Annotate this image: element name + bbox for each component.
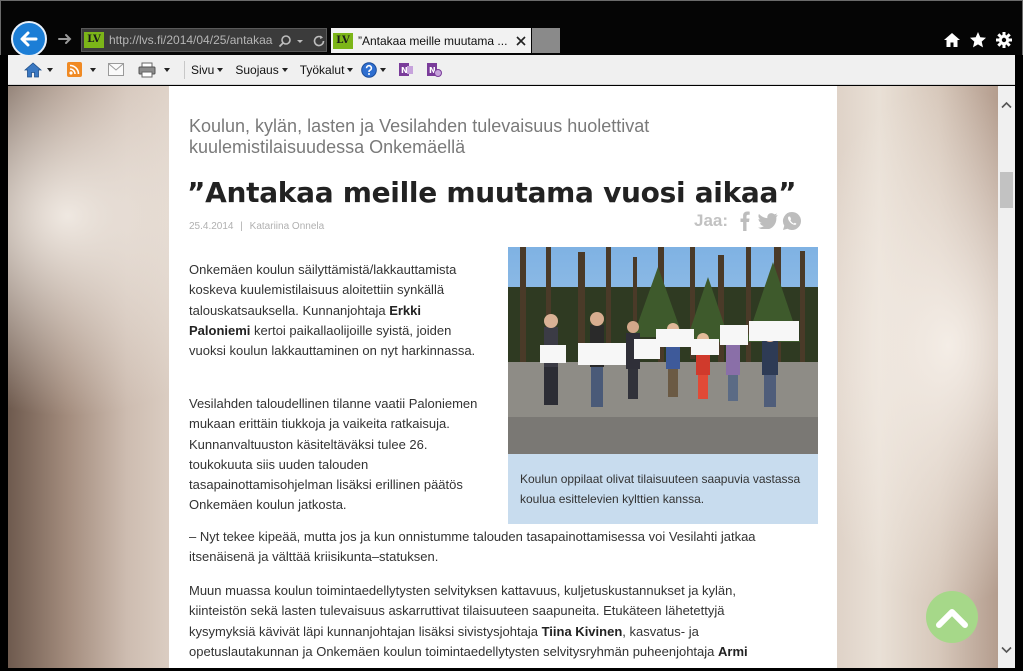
article-paragraph-4: Muun muassa koulun toimintaedellytysten … (189, 581, 789, 662)
twitter-icon[interactable] (758, 211, 778, 231)
share-bar: Jaa: (694, 211, 802, 231)
onenote-icon: N (399, 62, 414, 76)
back-arrow-icon (20, 31, 38, 47)
article-headline: ”Antakaa meille muutama vuosi aikaa” (187, 176, 797, 209)
safety-menu[interactable]: Suojaus (235, 62, 288, 77)
person-name: Armi (718, 643, 748, 659)
tab-title: ”Antakaa meille muutama ... (358, 33, 508, 48)
print-menu[interactable] (138, 62, 170, 78)
browser-title-bar: LV http://lvs.fi/2014/04/25/antakaa LV ”… (0, 0, 1023, 57)
safety-menu-label: Suojaus (235, 62, 279, 77)
favorites-star-icon[interactable] (968, 30, 988, 50)
share-label: Jaa: (694, 211, 729, 230)
article: Koulun, kylän, lasten ja Vesilahden tule… (169, 86, 837, 668)
dropdown-icon (281, 67, 288, 72)
article-kicker: Koulun, kylän, lasten ja Vesilahden tule… (189, 116, 650, 157)
feeds-menu[interactable] (67, 62, 96, 77)
onenote-linked-button[interactable]: N (426, 62, 443, 78)
article-author[interactable]: Katariina Onnela (250, 221, 325, 232)
dropdown-icon (217, 67, 224, 72)
close-icon[interactable] (514, 34, 528, 48)
mail-icon (108, 63, 124, 76)
vertical-scrollbar[interactable] (998, 86, 1015, 668)
chevron-up-icon (1001, 101, 1012, 108)
help-menu[interactable] (361, 61, 387, 78)
article-paragraph-1: Onkemäen koulun säilyttämistä/lakkauttam… (189, 260, 484, 361)
window-frame-right (1015, 55, 1023, 671)
scrollbar-thumb[interactable] (1000, 172, 1013, 208)
dropdown-icon (164, 67, 170, 72)
home-icon[interactable] (942, 30, 962, 50)
read-mail-button[interactable] (108, 63, 124, 76)
tools-menu[interactable]: Työkalut (300, 63, 354, 77)
dropdown-icon (380, 67, 387, 72)
help-icon (361, 61, 378, 78)
person-name: Tiina Kivinen (541, 623, 623, 639)
children-with-signs-image (508, 247, 818, 454)
svg-text:N: N (401, 66, 408, 75)
onenote-button[interactable]: N (398, 62, 414, 78)
new-tab-button[interactable] (532, 28, 560, 53)
home-icon (24, 61, 42, 77)
tools-menu-label: Työkalut (299, 62, 345, 77)
rss-feed-icon (67, 62, 82, 77)
whatsapp-icon[interactable] (782, 211, 802, 231)
forward-button[interactable] (55, 29, 75, 49)
toolbar-divider (184, 60, 185, 79)
settings-gear-icon[interactable] (994, 30, 1014, 50)
command-bar: Sivu Suojaus Työkalut N N (8, 55, 1015, 85)
scroll-to-top-button[interactable] (926, 591, 978, 643)
print-icon (138, 62, 156, 77)
article-meta: 25.4.2014 | Katariina Onnela (189, 221, 324, 232)
facebook-icon[interactable] (734, 211, 754, 231)
tab-active[interactable]: LV ”Antakaa meille muutama ... (331, 28, 531, 53)
search-icon[interactable] (278, 33, 292, 48)
chevron-down-icon (1001, 646, 1012, 653)
page-menu-label: Sivu (191, 62, 215, 77)
scroll-down-arrow[interactable] (998, 641, 1015, 658)
refresh-icon[interactable] (312, 33, 326, 47)
chevron-up-icon (936, 609, 968, 628)
onenote-linked-icon: N (427, 62, 443, 77)
dropdown-icon (90, 67, 96, 72)
page-viewport[interactable]: Koulun, kylän, lasten ja Vesilahden tule… (8, 86, 998, 668)
forward-arrow-icon (58, 34, 72, 44)
article-date: 25.4.2014 (189, 221, 234, 232)
scroll-up-arrow[interactable] (998, 96, 1015, 113)
article-photo[interactable] (508, 247, 818, 454)
dropdown-icon[interactable] (295, 33, 309, 47)
dropdown-icon (347, 67, 354, 72)
tab-favicon: LV (333, 32, 353, 49)
address-url[interactable]: http://lvs.fi/2014/04/25/antakaa (109, 33, 275, 47)
window-frame-left (0, 55, 8, 671)
meta-separator: | (240, 221, 243, 232)
back-button[interactable] (11, 21, 47, 57)
photo-caption: Koulun oppilaat olivat tilaisuuteen saap… (508, 454, 818, 524)
article-paragraph-3: – Nyt tekee kipeää, mutta jos ja kun onn… (189, 529, 756, 565)
article-paragraph-2: Vesilahden taloudellinen tilanne vaatii … (189, 396, 478, 513)
site-favicon: LV (84, 32, 104, 48)
dropdown-icon (47, 67, 53, 72)
address-bar[interactable]: LV http://lvs.fi/2014/04/25/antakaa (81, 28, 327, 52)
home-menu[interactable] (24, 61, 53, 78)
page-menu[interactable]: Sivu (191, 62, 224, 77)
